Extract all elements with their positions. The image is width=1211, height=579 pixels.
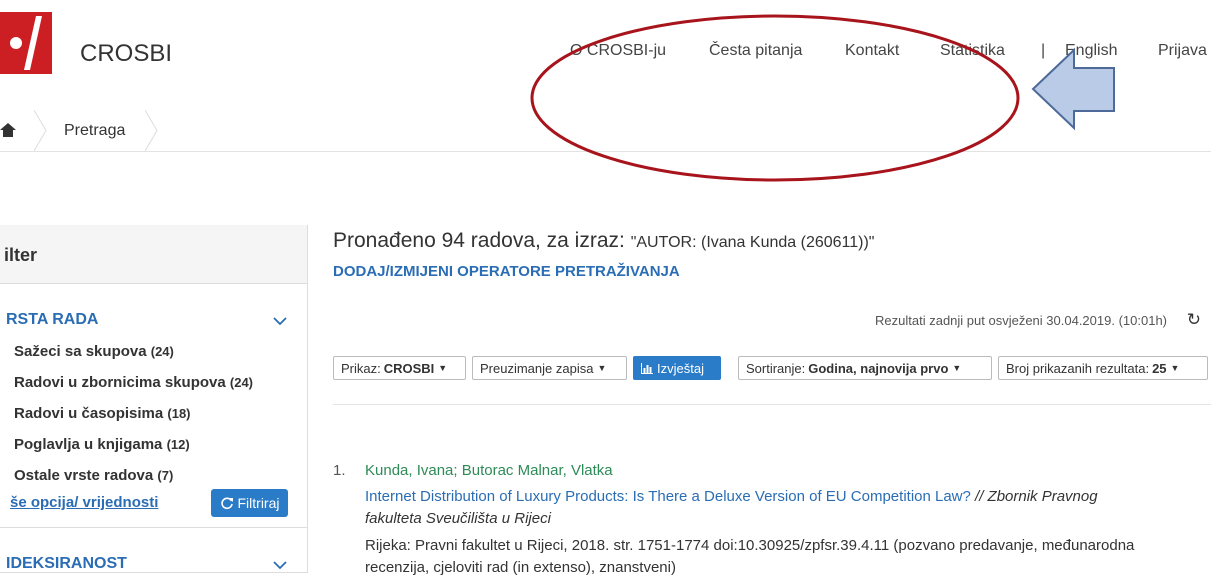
view-value: CROSBI	[383, 360, 435, 376]
result-details: Rijeka: Pravni fakultet u Rijeci, 2018. …	[365, 537, 1135, 576]
result-number: 1.	[333, 462, 346, 479]
results-heading: Pronađeno 94 radova, za izraz: "AUTOR: (…	[333, 229, 874, 253]
result-authors[interactable]: Kunda, Ivana; Butorac Malnar, Vlatka	[365, 462, 613, 479]
result-title[interactable]: Internet Distribution of Luxury Products…	[365, 486, 1145, 530]
caret-down-icon: ▼	[438, 363, 448, 373]
download-label: Preuzimanje zapisa	[480, 360, 594, 376]
refresh-icon	[220, 497, 233, 510]
brand-name[interactable]: CROSBI	[80, 40, 172, 68]
checkbox[interactable]	[0, 344, 3, 358]
page-size-value: 25	[1152, 360, 1167, 376]
breadcrumb-current: Pretraga	[64, 122, 126, 139]
filter-item-count: (18)	[167, 406, 191, 421]
nav-english[interactable]: English	[1065, 42, 1117, 60]
chevron-down-icon[interactable]	[273, 316, 287, 326]
nav-faq[interactable]: Česta pitanja	[709, 42, 802, 60]
checkbox[interactable]	[0, 437, 3, 451]
results-count-text: Pronađeno 94 radova, za izraz:	[333, 229, 625, 252]
bar-chart-icon	[641, 362, 653, 374]
logo-icon	[0, 12, 52, 74]
breadcrumb	[0, 110, 1211, 152]
nav-statistics[interactable]: Statistika	[940, 42, 1005, 60]
page-size-dropdown[interactable]: Broj prikazanih rezultata: 25 ▼	[998, 356, 1208, 380]
filter-title: ilter	[4, 245, 38, 265]
breadcrumb-chevron	[34, 110, 47, 151]
section-work-type[interactable]: RSTA RADA	[6, 311, 98, 329]
sort-label: Sortiranje:	[746, 360, 806, 376]
more-options-link[interactable]: še opcija/ vrijednosti	[10, 494, 158, 511]
nav-contact[interactable]: Kontakt	[845, 42, 899, 60]
section-indexing[interactable]: IDEKSIRANOST	[6, 555, 127, 573]
filter-item-journals[interactable]: Radovi u časopisima (18)	[14, 405, 191, 422]
filter-panel-header	[0, 225, 307, 284]
edit-operators-link[interactable]: DODAJ/IZMIJENI OPERATORE PRETRAŽIVANJA	[333, 263, 680, 280]
filter-item-label: Sažeci sa skupova	[14, 343, 147, 360]
refresh-status: Rezultati zadnji put osvježeni 30.04.201…	[875, 313, 1167, 328]
caret-down-icon: ▼	[952, 363, 962, 373]
filter-item-other[interactable]: Ostale vrste radova (7)	[14, 467, 173, 484]
refresh-icon[interactable]: ↻	[1187, 310, 1201, 330]
sort-value: Godina, najnovija prvo	[808, 360, 949, 376]
sort-dropdown[interactable]: Sortiranje: Godina, najnovija prvo ▼	[738, 356, 992, 380]
checkbox[interactable]	[0, 375, 3, 389]
nav-about[interactable]: O CROSBI-ju	[570, 42, 666, 60]
download-dropdown[interactable]: Preuzimanje zapisa ▼	[472, 356, 627, 380]
filter-item-count: (12)	[166, 437, 190, 452]
page-size-label: Broj prikazanih rezultata:	[1006, 360, 1150, 376]
filter-item-label: Radovi u časopisima	[14, 405, 164, 422]
filter-item-label: Radovi u zbornicima skupova	[14, 374, 226, 391]
filter-item-count: (7)	[157, 468, 174, 483]
caret-down-icon: ▼	[597, 363, 607, 373]
result-title-text[interactable]: Internet Distribution of Luxury Products…	[365, 488, 971, 505]
filter-item-proceedings[interactable]: Radovi u zbornicima skupova (24)	[14, 374, 253, 391]
breadcrumb-chevron	[145, 110, 158, 151]
report-button[interactable]: Izvještaj	[633, 356, 721, 380]
filter-item-abstracts[interactable]: Sažeci sa skupova (24)	[14, 343, 174, 360]
report-label: Izvještaj	[657, 360, 704, 376]
home-icon[interactable]	[0, 122, 16, 138]
nav-separator: |	[1041, 42, 1046, 59]
sidebar-divider	[0, 527, 307, 528]
filter-item-chapters[interactable]: Poglavlja u knjigama (12)	[14, 436, 190, 453]
view-label: Prikaz:	[341, 360, 381, 376]
checkbox[interactable]	[0, 468, 3, 482]
filter-item-count: (24)	[229, 375, 254, 390]
results-divider	[333, 404, 1211, 405]
checkbox[interactable]	[0, 406, 3, 420]
filter-item-label: Poglavlja u knjigama	[14, 436, 163, 453]
caret-down-icon: ▼	[1170, 363, 1180, 373]
results-query: "AUTOR: (Ivana Kunda (260611))"	[630, 234, 875, 251]
crosbi-logo[interactable]	[0, 12, 52, 74]
filter-item-label: Ostale vrste radova	[14, 467, 154, 484]
chevron-down-icon[interactable]	[273, 560, 287, 570]
highlight-ellipse	[530, 14, 1020, 182]
view-dropdown[interactable]: Prikaz: CROSBI ▼	[333, 356, 466, 380]
filter-button-label: Filtriraj	[237, 495, 280, 511]
filter-button[interactable]: Filtriraj	[211, 489, 288, 517]
nav-login[interactable]: Prijava	[1158, 42, 1207, 60]
filter-item-count: (24)	[150, 344, 174, 359]
